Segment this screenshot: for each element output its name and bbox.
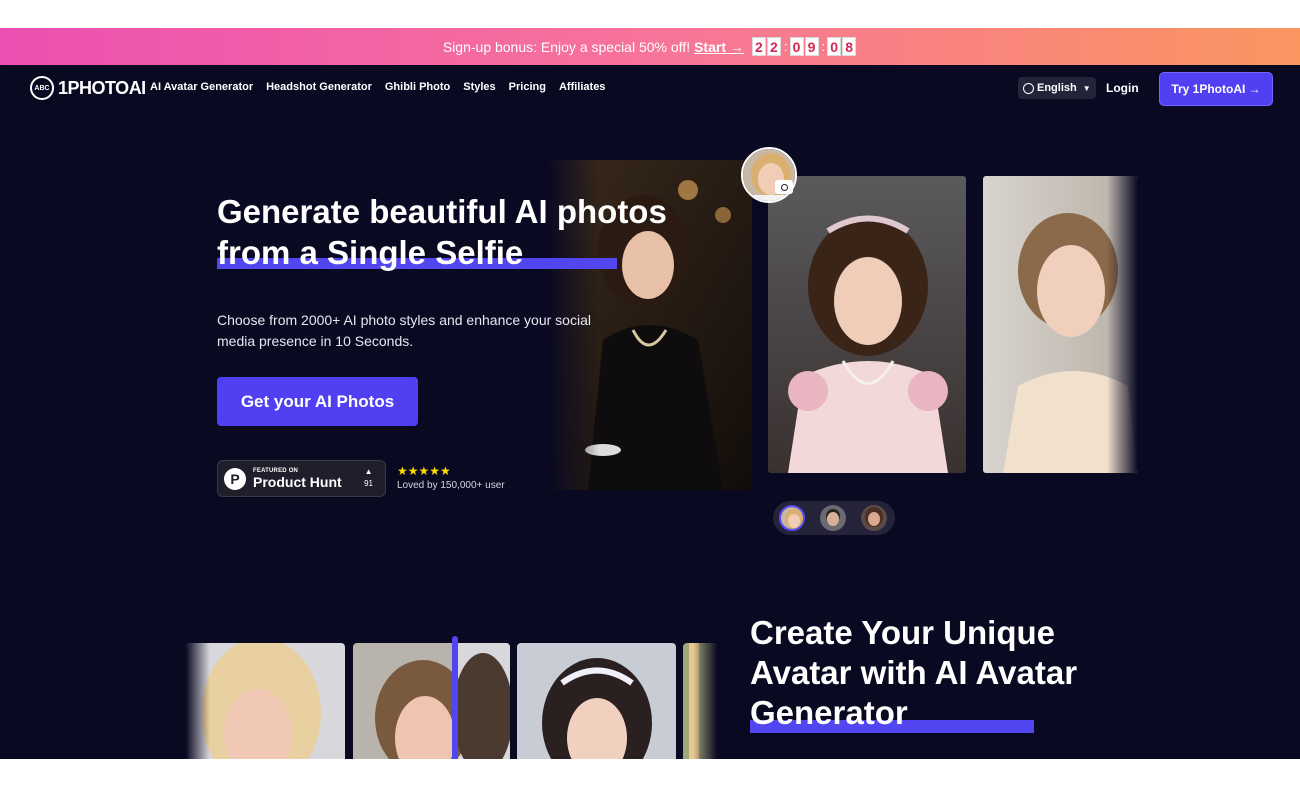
- countdown-timer: 2 2 : 0 9 : 0 8: [751, 37, 857, 56]
- page-bottom-area: [0, 759, 1300, 788]
- product-hunt-badge[interactable]: P FEATURED ON Product Hunt ▲ 91: [217, 460, 386, 497]
- signup-banner: Sign-up bonus: Enjoy a special 50% off! …: [0, 28, 1300, 65]
- language-label: English: [1037, 82, 1077, 94]
- banner-text: Sign-up bonus: Enjoy a special 50% off!: [442, 38, 691, 55]
- login-link[interactable]: Login: [1106, 81, 1139, 95]
- logo-text: 1PHOTOAI: [58, 77, 146, 98]
- product-hunt-text: FEATURED ON Product Hunt: [253, 468, 342, 490]
- nav-headshot-generator[interactable]: Headshot Generator: [266, 81, 372, 93]
- ai-photo-short-hair: [983, 176, 1138, 473]
- nav-pricing[interactable]: Pricing: [509, 81, 546, 93]
- hero-subtitle: Choose from 2000+ AI photo styles and en…: [217, 312, 591, 349]
- countdown-digit: 2: [766, 37, 781, 56]
- nav-styles[interactable]: Styles: [463, 81, 495, 93]
- countdown-digit: 0: [827, 37, 842, 56]
- gallery-photo-compare: [353, 643, 510, 759]
- countdown-colon: :: [783, 39, 788, 54]
- compare-slider-handle[interactable]: [452, 636, 458, 759]
- countdown-digit: 9: [804, 37, 819, 56]
- nav-affiliates[interactable]: Affiliates: [559, 81, 605, 93]
- avatar-option-man[interactable]: [820, 505, 846, 531]
- try-button[interactable]: Try 1PhotoAI →: [1159, 72, 1273, 106]
- caret-down-icon: ▼: [1082, 83, 1091, 93]
- page-viewport: Sign-up bonus: Enjoy a special 50% off! …: [0, 28, 1300, 759]
- gallery-photo-blonde: [186, 643, 345, 759]
- upvote-number: 91: [364, 479, 373, 488]
- top-nav: ABC 1PHOTOAI AI Avatar Generator Headsho…: [0, 65, 1300, 112]
- hero-title: Generate beautiful AI photos from a Sing…: [217, 193, 667, 271]
- selfie-avatar: [741, 147, 797, 203]
- upvote-count: ▲ 91: [364, 466, 373, 490]
- nav-ghibli-photo[interactable]: Ghibli Photo: [385, 81, 450, 93]
- loved-by-text: Loved by 150,000+ user: [397, 480, 505, 491]
- upvote-arrow-icon: ▲: [364, 467, 373, 476]
- globe-icon: [1023, 82, 1034, 94]
- section-title: Create Your Unique Avatar with AI Avatar…: [750, 614, 1078, 731]
- countdown-colon: :: [821, 39, 826, 54]
- gallery-photo-partial: [683, 643, 717, 759]
- camera-icon: [775, 180, 793, 194]
- ai-photo-tiara: [768, 176, 966, 473]
- product-hunt-icon: P: [224, 467, 246, 490]
- banner-start-link[interactable]: Start →: [694, 39, 744, 55]
- gallery-photo-tiara: [517, 643, 676, 759]
- countdown-digit: 0: [789, 37, 804, 56]
- rating-stars: ★★★★★: [397, 464, 451, 478]
- site-logo[interactable]: ABC 1PHOTOAI: [30, 76, 146, 100]
- countdown-digit: 8: [842, 37, 857, 56]
- avatar-picker: [773, 501, 895, 535]
- get-ai-photos-button[interactable]: Get your AI Photos: [217, 377, 418, 426]
- avatar-option-blonde[interactable]: [779, 505, 805, 531]
- product-hunt-name: Product Hunt: [253, 473, 342, 490]
- countdown-digit: 2: [751, 37, 766, 56]
- logo-icon: ABC: [30, 76, 54, 100]
- avatar-option-brunette[interactable]: [861, 505, 887, 531]
- language-select[interactable]: English ▼: [1018, 77, 1096, 99]
- main-menu: AI Avatar Generator Headshot Generator G…: [150, 81, 618, 93]
- nav-ai-avatar-generator[interactable]: AI Avatar Generator: [150, 81, 253, 93]
